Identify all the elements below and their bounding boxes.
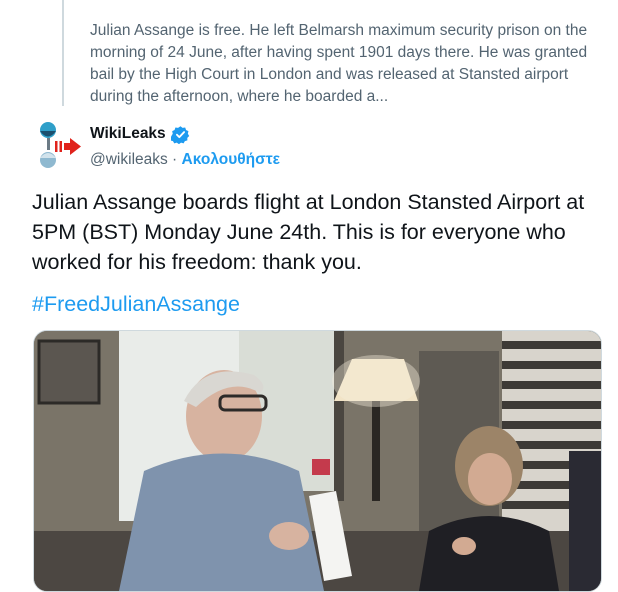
quote-thread-line [62, 0, 64, 106]
author-name[interactable]: WikiLeaks [90, 125, 166, 143]
quoted-tweet-text[interactable]: Julian Assange is free. He left Belmarsh… [90, 20, 602, 108]
verified-badge-icon [171, 126, 190, 144]
author-handle[interactable]: @wikileaks [90, 151, 168, 168]
hashtag-link[interactable]: #FreedJulianAssange [32, 292, 240, 317]
follow-button[interactable]: Ακολουθήστε [182, 151, 280, 168]
author-meta: @wikileaks · Ακολουθήστε [90, 151, 280, 169]
tweet-text: Julian Assange boards flight at London S… [32, 190, 585, 274]
meta-separator: · [167, 151, 182, 168]
tweet-video-media[interactable] [33, 330, 602, 592]
red-arrow-icon [55, 138, 81, 155]
author-avatar[interactable] [34, 120, 82, 170]
wikileaks-logo-icon [40, 122, 81, 168]
video-still-image [34, 331, 601, 591]
